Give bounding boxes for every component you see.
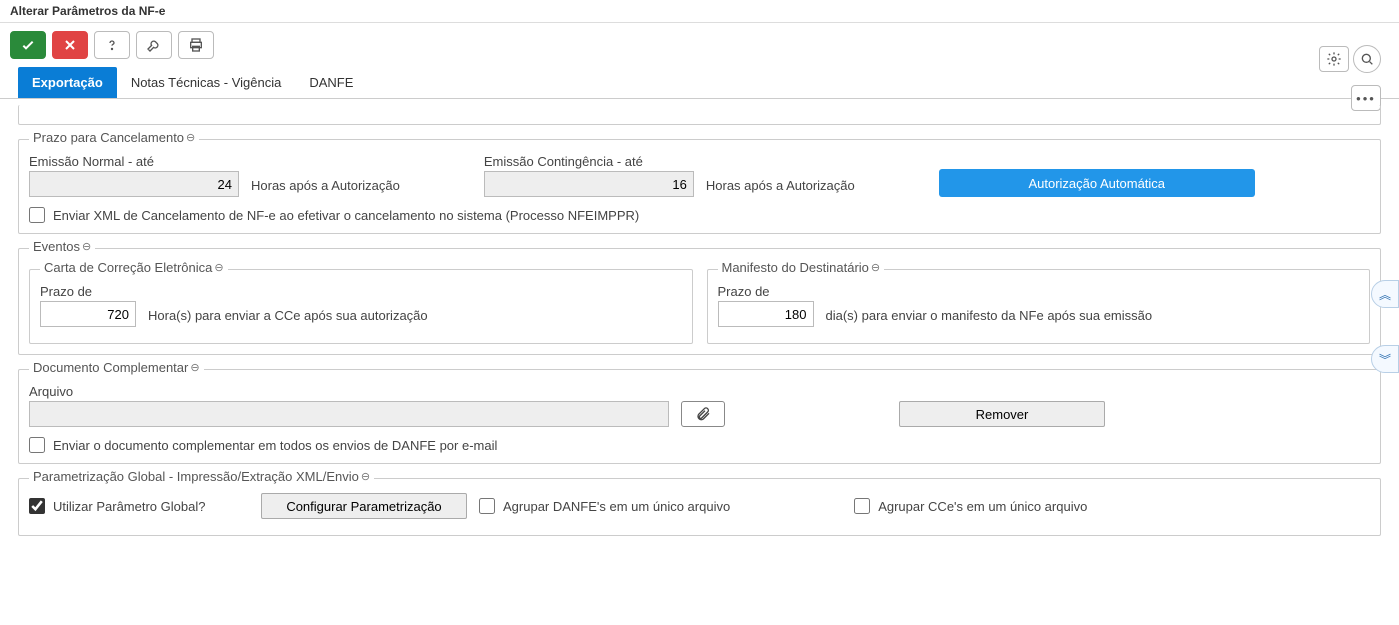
input-arquivo[interactable] bbox=[29, 401, 669, 427]
window-title: Alterar Parâmetros da NF-e bbox=[0, 0, 1399, 23]
configurar-param-button[interactable]: Configurar Parametrização bbox=[261, 493, 467, 519]
chevron-double-up-icon: ︽ bbox=[1379, 286, 1391, 303]
tab-notas-tecnicas[interactable]: Notas Técnicas - Vigência bbox=[117, 67, 296, 98]
wrench-icon bbox=[146, 37, 162, 53]
confirm-button[interactable] bbox=[10, 31, 46, 59]
chk-enviar-xml-cancel[interactable] bbox=[29, 207, 45, 223]
fieldset-param-global: Parametrização Global - Impressão/Extraç… bbox=[18, 478, 1381, 536]
collapse-icon[interactable]: ⊖ bbox=[361, 470, 370, 483]
cancel-button[interactable] bbox=[52, 31, 88, 59]
gear-icon bbox=[1326, 51, 1342, 67]
label-agrupar-danfe: Agrupar DANFE's em um único arquivo bbox=[503, 499, 730, 514]
settings-button[interactable] bbox=[1319, 46, 1349, 72]
fieldset-manifesto: Manifesto do Destinatário⊖ Prazo de dia(… bbox=[707, 269, 1371, 344]
printer-icon bbox=[188, 37, 204, 53]
search-icon bbox=[1359, 51, 1375, 67]
label-emissao-normal: Emissão Normal - até bbox=[29, 154, 239, 169]
label-enviar-doc-complementar: Enviar o documento complementar em todos… bbox=[53, 438, 497, 453]
legend-manifesto: Manifesto do Destinatário⊖ bbox=[718, 260, 885, 275]
label-enviar-xml-cancel: Enviar XML de Cancelamento de NF-e ao ef… bbox=[53, 208, 639, 223]
autorizacao-automatica-button[interactable]: Autorização Automática bbox=[939, 169, 1255, 197]
check-icon bbox=[20, 37, 36, 53]
legend-prazo-cancelamento: Prazo para Cancelamento⊖ bbox=[29, 130, 199, 145]
legend-eventos: Eventos⊖ bbox=[29, 239, 95, 254]
label-cce-prazo: Prazo de bbox=[40, 284, 136, 299]
collapse-icon[interactable]: ⊖ bbox=[82, 240, 91, 253]
help-button[interactable] bbox=[94, 31, 130, 59]
hint-conting: Horas após a Autorização bbox=[706, 178, 855, 197]
tab-bar: Exportação Notas Técnicas - Vigência DAN… bbox=[0, 67, 1399, 99]
tools-button[interactable] bbox=[136, 31, 172, 59]
search-button[interactable] bbox=[1353, 45, 1381, 73]
fieldset-doc-complementar: Documento Complementar⊖ Arquivo Remover … bbox=[18, 369, 1381, 464]
input-cce-prazo[interactable] bbox=[40, 301, 136, 327]
right-action-group: ••• bbox=[1319, 45, 1381, 73]
label-emissao-conting: Emissão Contingência - até bbox=[484, 154, 694, 169]
remover-button[interactable]: Remover bbox=[899, 401, 1105, 427]
hint-cce: Hora(s) para enviar a CCe após sua autor… bbox=[148, 308, 428, 327]
input-emissao-conting[interactable] bbox=[484, 171, 694, 197]
scroll-down-button[interactable]: ︾ bbox=[1371, 345, 1399, 373]
tab-exportacao[interactable]: Exportação bbox=[18, 67, 117, 98]
legend-doc-complementar: Documento Complementar⊖ bbox=[29, 360, 204, 375]
legend-param-global: Parametrização Global - Impressão/Extraç… bbox=[29, 469, 374, 484]
fieldset-eventos: Eventos⊖ Carta de Correção Eletrônica⊖ P… bbox=[18, 248, 1381, 355]
legend-cce: Carta de Correção Eletrônica⊖ bbox=[40, 260, 228, 275]
fieldset-cce: Carta de Correção Eletrônica⊖ Prazo de H… bbox=[29, 269, 693, 344]
hint-normal: Horas após a Autorização bbox=[251, 178, 400, 197]
label-arquivo: Arquivo bbox=[29, 384, 669, 399]
hint-manifesto: dia(s) para enviar o manifesto da NFe ap… bbox=[826, 308, 1153, 327]
fieldset-prazo-cancelamento: Prazo para Cancelamento⊖ Emissão Normal … bbox=[18, 139, 1381, 234]
collapse-icon[interactable]: ⊖ bbox=[871, 261, 880, 274]
print-button[interactable] bbox=[178, 31, 214, 59]
toolbar bbox=[0, 23, 1399, 67]
input-emissao-normal[interactable] bbox=[29, 171, 239, 197]
tab-content: Prazo para Cancelamento⊖ Emissão Normal … bbox=[0, 99, 1399, 589]
label-usar-param-global: Utilizar Parâmetro Global? bbox=[53, 499, 205, 514]
chevron-double-down-icon: ︾ bbox=[1379, 351, 1391, 368]
close-icon bbox=[62, 37, 78, 53]
chk-agrupar-danfe[interactable] bbox=[479, 498, 495, 514]
label-agrupar-cce: Agrupar CCe's em um único arquivo bbox=[878, 499, 1087, 514]
attach-button[interactable] bbox=[681, 401, 725, 427]
input-manifesto-prazo[interactable] bbox=[718, 301, 814, 327]
question-icon bbox=[104, 37, 120, 53]
paperclip-icon bbox=[695, 406, 711, 422]
tab-danfe[interactable]: DANFE bbox=[295, 67, 367, 98]
collapse-icon[interactable]: ⊖ bbox=[214, 261, 223, 274]
chk-usar-param-global[interactable] bbox=[29, 498, 45, 514]
scroll-up-button[interactable]: ︽ bbox=[1371, 280, 1399, 308]
chk-agrupar-cce[interactable] bbox=[854, 498, 870, 514]
chk-enviar-doc-complementar[interactable] bbox=[29, 437, 45, 453]
collapse-icon[interactable]: ⊖ bbox=[186, 131, 195, 144]
collapse-icon[interactable]: ⊖ bbox=[190, 361, 199, 374]
label-manifesto-prazo: Prazo de bbox=[718, 284, 814, 299]
